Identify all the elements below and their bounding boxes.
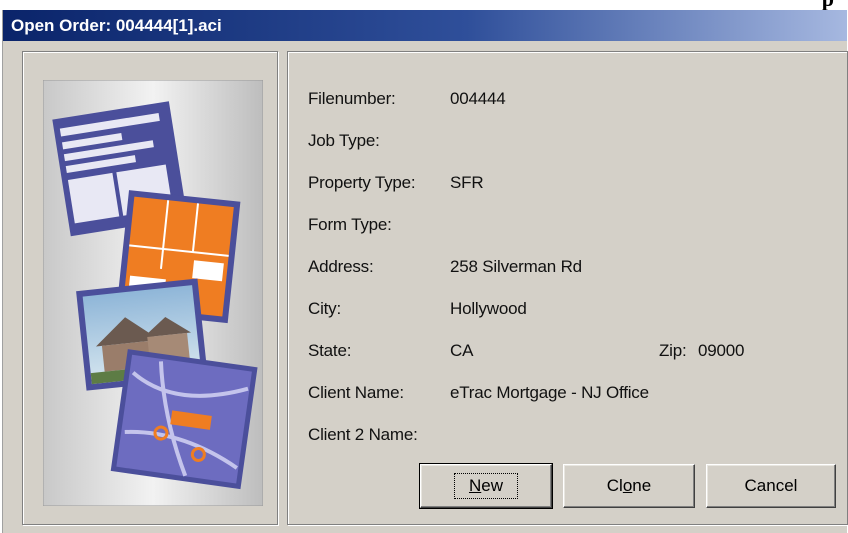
open-order-dialog: Open Order: 004444[1].aci Filenumber: 00…	[2, 10, 848, 533]
form-type-label: Form Type:	[308, 215, 392, 234]
filenumber-value: 004444	[450, 89, 506, 108]
client-name-value: eTrac Mortgage - NJ Office	[450, 383, 649, 402]
zip-value: 09000	[698, 341, 745, 360]
job-type-label: Job Type:	[308, 131, 380, 150]
address-label: Address:	[308, 257, 374, 276]
clone-button-label-pre: Cl	[606, 476, 623, 495]
property-type-value: SFR	[450, 173, 484, 192]
illustration-panel	[22, 51, 278, 525]
address-value: 258 Silverman Rd	[450, 257, 582, 276]
client2-name-label: Client 2 Name:	[308, 425, 418, 444]
new-button[interactable]: New	[419, 463, 553, 509]
appraisal-illustration	[43, 80, 263, 506]
state-label: State:	[308, 341, 352, 360]
new-button-focus: New	[453, 473, 518, 499]
clone-button[interactable]: Clone	[563, 464, 695, 508]
cancel-button[interactable]: Cancel	[706, 464, 836, 508]
new-button-label: ew	[481, 476, 503, 495]
map-card	[110, 349, 258, 490]
top-text-fragment: p	[822, 0, 834, 10]
order-details-panel: Filenumber: 004444 Job Type: Property Ty…	[287, 51, 848, 525]
new-mnemonic: N	[468, 476, 482, 495]
top-strip: p	[0, 0, 848, 10]
clone-mnemonic: o	[622, 476, 633, 495]
city-value: Hollywood	[450, 299, 527, 318]
filenumber-label: Filenumber:	[308, 89, 396, 108]
clone-button-label: ne	[632, 476, 652, 495]
dialog-title[interactable]: Open Order: 004444[1].aci	[3, 10, 847, 41]
client-name-label: Client Name:	[308, 383, 404, 402]
city-label: City:	[308, 299, 342, 318]
state-value: CA	[450, 341, 474, 360]
zip-label: Zip:	[659, 341, 687, 360]
property-type-label: Property Type:	[308, 173, 416, 192]
